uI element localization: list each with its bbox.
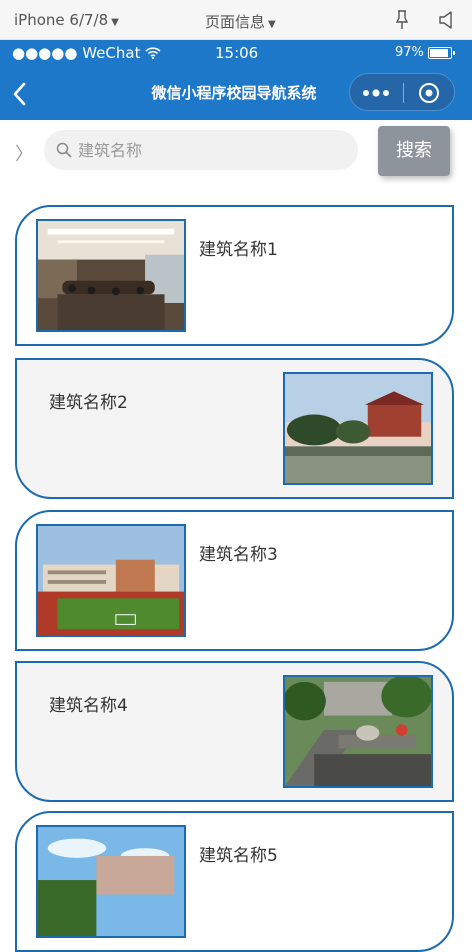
devtools-toolbar: iPhone 6/7/8 ▼ 页面信息 ▼ — [0, 0, 472, 40]
search-button[interactable]: 搜索 — [378, 126, 450, 176]
campus-sky-photo — [38, 827, 184, 936]
phone-status-bar: ●●●●● WeChat 15:06 97% — [0, 40, 472, 68]
building-image — [283, 372, 433, 485]
search-icon — [56, 142, 72, 158]
building-name: 建筑名称4 — [49, 696, 128, 716]
chevron-right-icon[interactable]: 〉 — [15, 140, 33, 166]
garden-plaza-photo — [285, 677, 431, 786]
search-box[interactable] — [44, 130, 358, 170]
caret-down-icon: ▼ — [268, 19, 276, 30]
page-info-selector[interactable]: 页面信息 ▼ — [205, 11, 276, 32]
building-name: 建筑名称1 — [199, 240, 278, 260]
building-name: 建筑名称2 — [49, 393, 128, 413]
menu-capsule — [349, 73, 455, 111]
building-card[interactable]: 建筑名称1 — [15, 205, 454, 346]
lake-campus-building-photo — [285, 374, 431, 483]
speaker-icon[interactable] — [438, 11, 454, 29]
building-image — [36, 219, 186, 332]
capsule-divider — [403, 83, 404, 103]
battery-icon — [428, 47, 455, 59]
wifi-icon — [145, 47, 161, 60]
conference-room-photo — [38, 221, 184, 330]
more-dots-icon[interactable] — [362, 89, 390, 97]
building-card[interactable]: 建筑名称4 — [15, 661, 454, 802]
building-card[interactable]: 建筑名称5 — [15, 811, 454, 952]
battery-percent: 97% — [395, 45, 424, 60]
carrier-label: ●●●●● WeChat — [12, 44, 161, 62]
sports-field-building-photo — [38, 526, 184, 635]
building-name: 建筑名称3 — [199, 545, 278, 565]
building-image — [36, 524, 186, 637]
close-miniprogram-icon[interactable] — [418, 82, 440, 104]
search-input[interactable] — [78, 130, 348, 170]
pin-icon[interactable] — [395, 10, 409, 30]
device-label: iPhone 6/7/8 — [14, 11, 109, 29]
building-card[interactable]: 建筑名称2 — [15, 358, 454, 499]
battery-fill — [430, 49, 448, 57]
building-image — [36, 825, 186, 938]
page-info-label: 页面信息 — [205, 13, 266, 31]
navigation-bar: 微信小程序校园导航系统 — [0, 68, 472, 120]
status-time: 15:06 — [215, 44, 259, 62]
carrier-text: ●●●●● WeChat — [12, 44, 141, 62]
device-selector[interactable]: iPhone 6/7/8 ▼ — [14, 11, 119, 29]
caret-down-icon: ▼ — [111, 17, 119, 28]
building-name: 建筑名称5 — [199, 846, 278, 866]
building-card[interactable]: 建筑名称3 — [15, 510, 454, 651]
building-image — [283, 675, 433, 788]
search-bar: 〉 搜索 — [0, 120, 472, 184]
